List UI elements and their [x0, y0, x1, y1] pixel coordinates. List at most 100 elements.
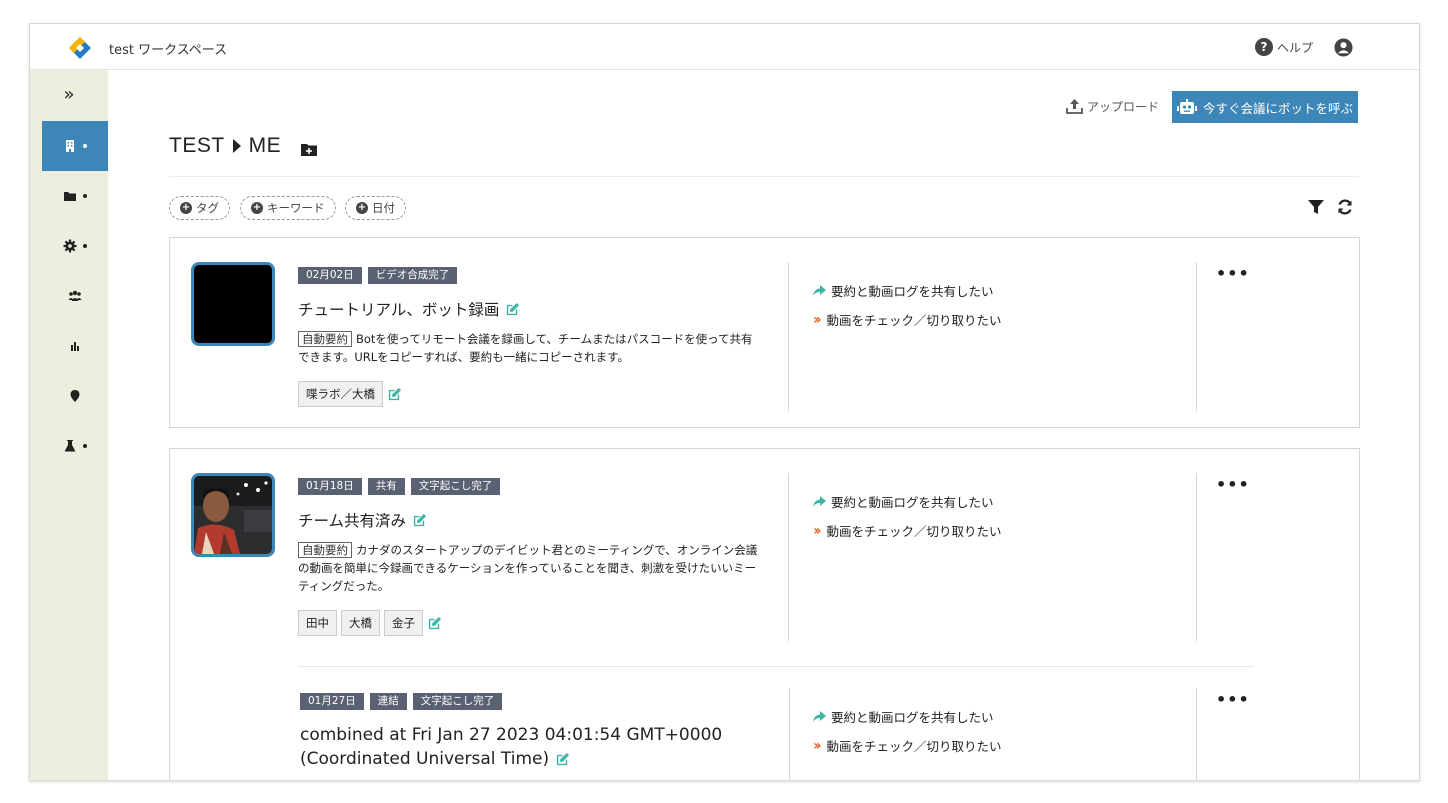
flask-icon — [64, 440, 76, 452]
upload-icon — [1066, 99, 1083, 114]
help-link[interactable]: ? ヘルプ — [1254, 38, 1313, 56]
status-badge: 共有 — [367, 478, 405, 495]
participant-tag[interactable]: 田中 — [298, 610, 337, 636]
sidebar-item-settings[interactable] — [42, 221, 108, 271]
upload-label: アップロード — [1087, 100, 1160, 114]
caret-right-icon — [232, 139, 241, 153]
recording-card[interactable]: 01月18日 共有 文字起こし完了 チーム共有済み 自動要約 カナダのスタートアッ… — [169, 448, 1360, 780]
filter-keyword-chip[interactable]: + キーワード — [240, 196, 336, 220]
workspace-name[interactable]: test ワークスペース — [109, 39, 227, 58]
check-action[interactable]: ›› 動画をチェック／切り取りたい — [813, 310, 1002, 329]
folder-plus-icon[interactable] — [301, 142, 317, 156]
check-action[interactable]: ›› 動画をチェック／切り取りたい — [813, 736, 1002, 755]
share-action[interactable]: 要約と動画ログを共有したい — [813, 492, 994, 511]
recording-thumbnail[interactable] — [191, 473, 275, 557]
sub-divider — [298, 666, 1254, 667]
share-arrow-icon — [813, 495, 826, 507]
double-chevron-icon: ›› — [813, 522, 821, 539]
edit-icon[interactable] — [555, 752, 570, 767]
column-divider — [789, 688, 790, 780]
participant-tag[interactable]: 大橋 — [341, 610, 380, 636]
recording-thumbnail[interactable] — [191, 262, 275, 346]
status-badge: 連結 — [369, 693, 407, 710]
refresh-icon[interactable] — [1336, 198, 1354, 216]
column-divider — [788, 473, 789, 641]
check-action-label: 動画をチェック／切り取りたい — [826, 313, 1002, 328]
recording-title-line: (Coordinated Universal Time) — [300, 749, 550, 769]
sidebar-toggle[interactable]: » — [30, 84, 108, 105]
top-bar: test ワークスペース ? ヘルプ — [30, 24, 1419, 70]
share-action-label: 要約と動画ログを共有したい — [831, 284, 994, 299]
edit-icon[interactable] — [427, 616, 442, 631]
participant-list: 喋ラボ／大橋 — [298, 381, 402, 407]
edit-icon[interactable] — [387, 387, 402, 402]
breadcrumb: TEST ME — [169, 134, 281, 158]
map-pin-icon — [70, 390, 80, 402]
filter-tag-chip[interactable]: + タグ — [169, 196, 230, 220]
share-action-label: 要約と動画ログを共有したい — [831, 710, 994, 725]
check-action-label: 動画をチェック／切り取りたい — [826, 524, 1002, 539]
recording-summary: 自動要約 カナダのスタートアップのデイビット君とのミーティングで、オンライン会議の… — [298, 541, 758, 595]
logo-icon[interactable] — [68, 36, 92, 60]
plus-circle-icon: + — [180, 202, 192, 214]
participant-tag[interactable]: 金子 — [384, 610, 423, 636]
folder-icon — [64, 192, 76, 201]
column-divider — [788, 262, 789, 411]
double-chevron-icon: ›› — [813, 311, 821, 328]
sidebar-item-location[interactable] — [42, 371, 108, 421]
sidebar-item-members[interactable] — [42, 271, 108, 321]
double-chevron-icon: ›› — [813, 737, 821, 754]
user-account-icon[interactable] — [1334, 38, 1353, 57]
sidebar-dot — [83, 244, 87, 248]
edit-icon[interactable] — [505, 302, 520, 317]
edit-icon[interactable] — [412, 513, 427, 528]
tag-row: 01月27日 連結 文字起こし完了 — [300, 693, 503, 710]
invite-bot-button[interactable]: 今すぐ会議にボットを呼ぶ — [1172, 91, 1358, 123]
breadcrumb-root[interactable]: TEST — [169, 134, 225, 158]
recording-title: combined at Fri Jan 27 2023 04:01:54 GMT… — [300, 723, 770, 771]
status-badge: ビデオ合成完了 — [367, 267, 458, 284]
filter-date-label: 日付 — [372, 201, 395, 215]
sidebar-item-labs[interactable] — [42, 421, 108, 471]
filter-icon[interactable] — [1308, 199, 1324, 215]
plus-circle-icon: + — [251, 202, 263, 214]
recording-title-text: チュートリアル、ボット録画 — [298, 301, 500, 319]
building-icon — [66, 140, 74, 152]
divider — [169, 176, 1359, 177]
participant-tag[interactable]: 喋ラボ／大橋 — [298, 381, 383, 407]
recording-title: チュートリアル、ボット録画 — [298, 298, 520, 320]
share-action[interactable]: 要約と動画ログを共有したい — [813, 281, 994, 300]
person-photo — [194, 476, 272, 554]
sidebar-item-folders[interactable] — [42, 171, 108, 221]
sidebar-dot — [83, 194, 87, 198]
more-options-icon[interactable]: ••• — [1216, 690, 1250, 709]
auto-summary-badge: 自動要約 — [298, 331, 352, 347]
main-content: アップロード 今すぐ会議にボットを呼ぶ TEST ME + タグ + キーワード… — [108, 70, 1419, 780]
status-badge: 文字起こし完了 — [410, 478, 501, 495]
recording-card[interactable]: 02月02日 ビデオ合成完了 チュートリアル、ボット録画 自動要約 Botを使って… — [169, 237, 1360, 428]
check-action-label: 動画をチェック／切り取りたい — [826, 739, 1002, 754]
app-window: test ワークスペース ? ヘルプ » アップロード 今すぐ会議にボットを呼ぶ… — [29, 23, 1420, 781]
filter-tag-label: タグ — [196, 201, 219, 215]
upload-button[interactable]: アップロード — [1066, 98, 1159, 115]
tag-row: 01月18日 共有 文字起こし完了 — [298, 478, 501, 495]
invite-bot-label: 今すぐ会議にボットを呼ぶ — [1202, 100, 1353, 116]
sidebar-item-analytics[interactable] — [42, 321, 108, 371]
recording-summary: 自動要約 Botを使ってリモート会議を録画して、チームまたはパスコードを使って共有… — [298, 330, 758, 366]
share-arrow-icon — [813, 710, 826, 722]
participant-list: 田中 大橋 金子 — [298, 610, 442, 636]
sidebar-item-organization[interactable] — [42, 121, 108, 171]
more-options-icon[interactable]: ••• — [1216, 264, 1250, 283]
robot-icon — [1176, 99, 1197, 114]
help-icon: ? — [1254, 38, 1273, 56]
filter-keyword-label: キーワード — [267, 201, 325, 215]
share-action[interactable]: 要約と動画ログを共有したい — [813, 707, 994, 726]
filter-date-chip[interactable]: + 日付 — [345, 196, 406, 220]
sidebar-dot — [83, 444, 87, 448]
date-badge: 01月18日 — [298, 478, 362, 495]
recording-title: チーム共有済み — [298, 509, 427, 531]
date-badge: 02月02日 — [298, 267, 362, 284]
share-action-label: 要約と動画ログを共有したい — [831, 495, 994, 510]
more-options-icon[interactable]: ••• — [1216, 475, 1250, 494]
check-action[interactable]: ›› 動画をチェック／切り取りたい — [813, 521, 1002, 540]
